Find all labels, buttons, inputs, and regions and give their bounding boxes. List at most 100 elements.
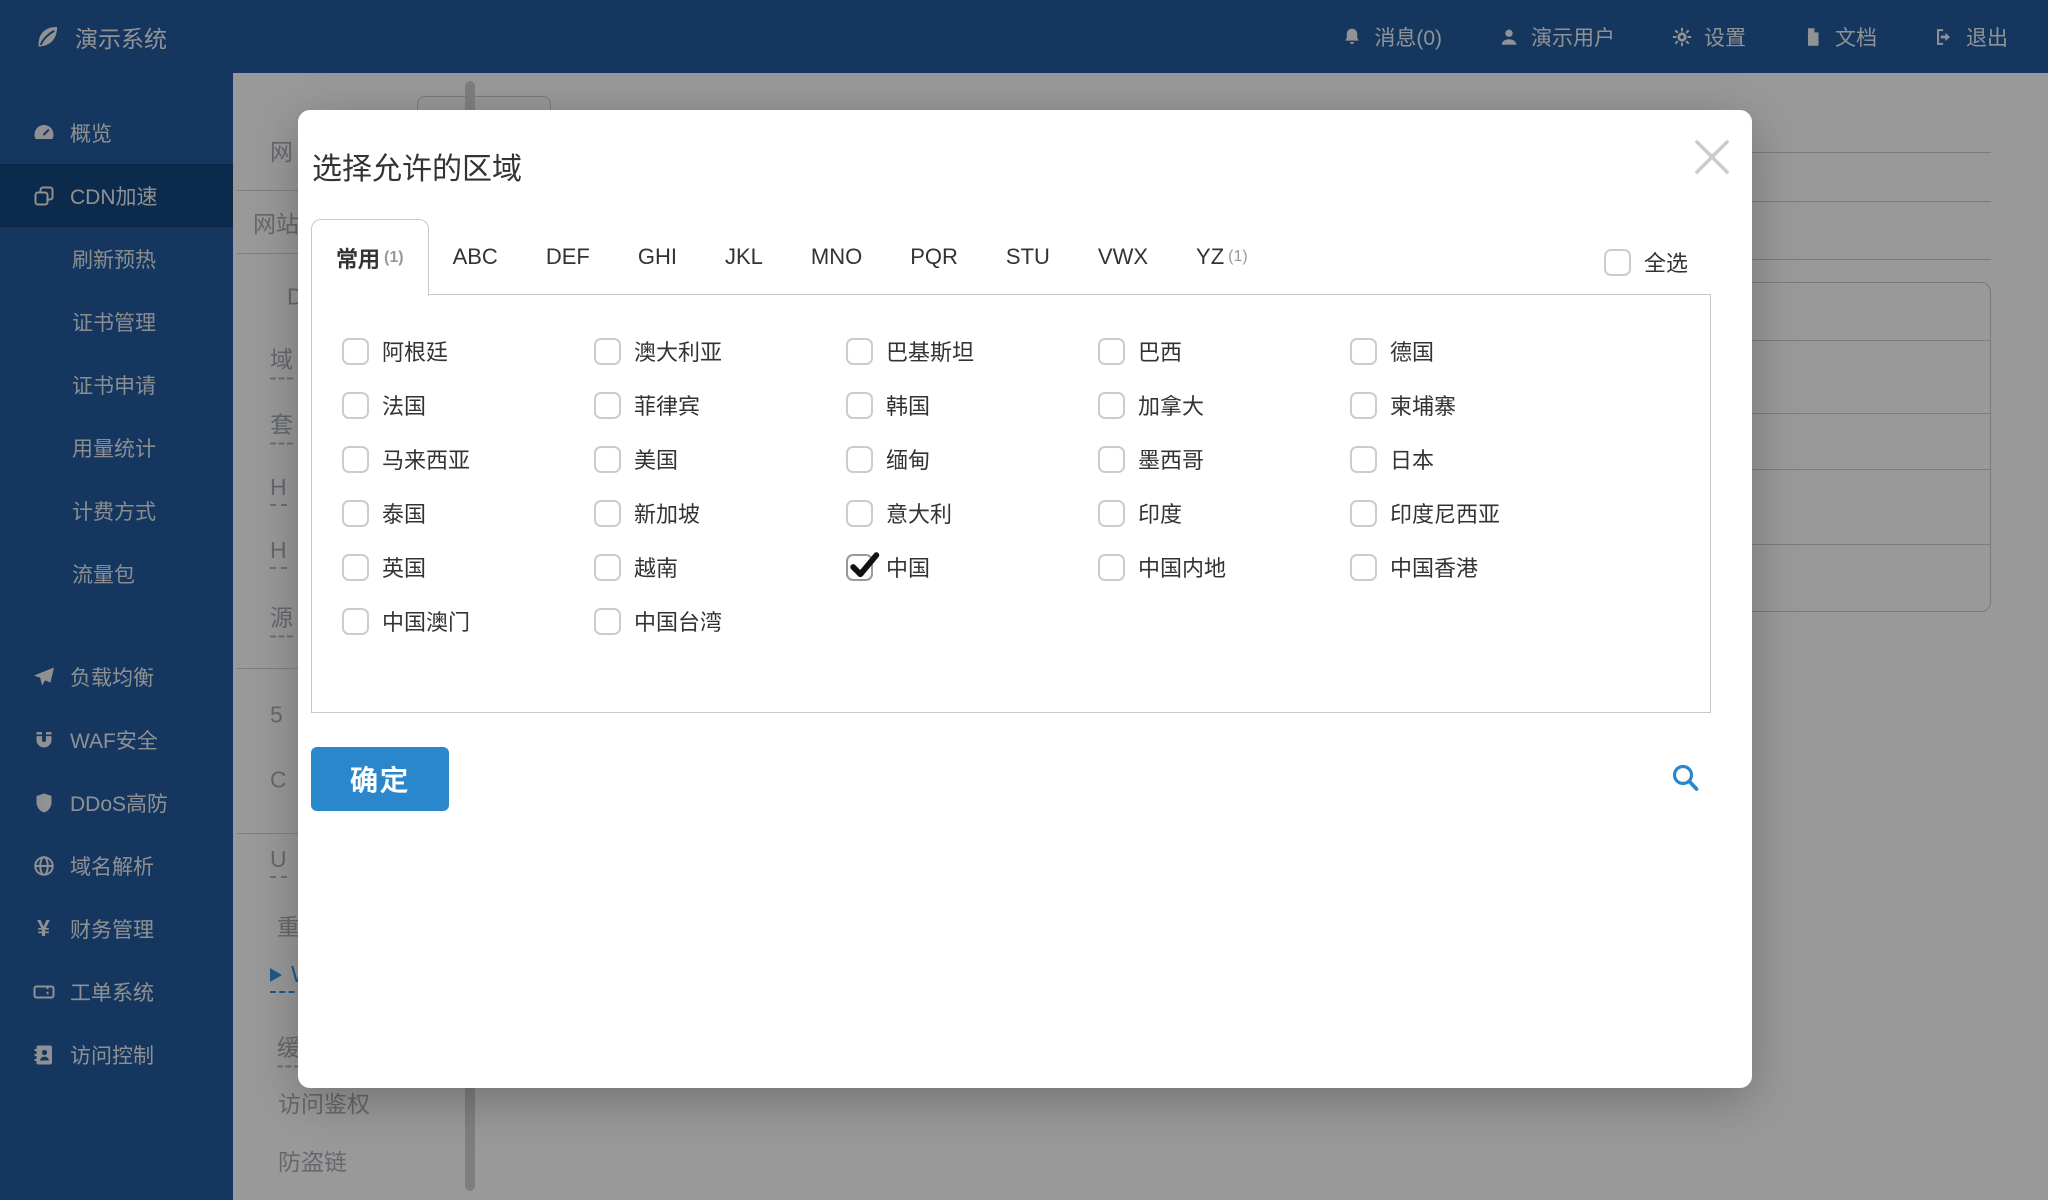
checkbox-unchecked[interactable]: [846, 337, 873, 365]
tab-GHI[interactable]: GHI: [614, 219, 701, 295]
checkbox-unchecked[interactable]: [594, 337, 621, 365]
region-option[interactable]: 新加坡: [594, 497, 846, 529]
select-all-checkbox[interactable]: [1604, 248, 1631, 276]
region-option[interactable]: 中国台湾: [594, 605, 846, 637]
region-label: 中国香港: [1390, 556, 1479, 581]
checkbox-unchecked[interactable]: [342, 499, 369, 527]
region-option[interactable]: 墨西哥: [1098, 443, 1350, 475]
tab-label: MNO: [810, 244, 863, 269]
region-option[interactable]: 中国: [846, 551, 1098, 583]
search-icon[interactable]: [1669, 761, 1703, 795]
tab-label: DEF: [545, 244, 590, 269]
checkbox-unchecked[interactable]: [1350, 337, 1377, 365]
region-option[interactable]: 柬埔寨: [1350, 389, 1602, 421]
tab-ABC[interactable]: ABC: [429, 219, 522, 295]
region-label: 菲律宾: [634, 394, 701, 419]
tab-常用[interactable]: 常用 (1): [311, 219, 429, 296]
tab-label: STU: [1005, 244, 1050, 269]
checkbox-unchecked[interactable]: [342, 337, 369, 365]
checkbox-unchecked[interactable]: [594, 607, 621, 635]
region-label: 中国澳门: [382, 610, 471, 635]
checkbox-unchecked[interactable]: [1098, 445, 1125, 473]
region-label: 中国台湾: [634, 610, 723, 635]
checkbox-unchecked[interactable]: [342, 553, 369, 581]
region-option[interactable]: 澳大利亚: [594, 335, 846, 367]
checkbox-checked[interactable]: [846, 551, 880, 581]
tab-DEF[interactable]: DEF: [522, 219, 614, 295]
region-option[interactable]: 泰国: [342, 497, 594, 529]
checkbox-unchecked[interactable]: [342, 607, 369, 635]
checkbox-unchecked[interactable]: [1098, 337, 1125, 365]
checkbox-unchecked[interactable]: [846, 391, 873, 419]
tab-STU[interactable]: STU: [982, 219, 1074, 295]
region-option[interactable]: 英国: [342, 551, 594, 583]
region-label: 新加坡: [634, 502, 701, 527]
region-label: 韩国: [886, 394, 931, 419]
region-option[interactable]: 日本: [1350, 443, 1602, 475]
region-option[interactable]: 中国香港: [1350, 551, 1602, 583]
checkbox-unchecked[interactable]: [594, 445, 621, 473]
tab-MNO[interactable]: MNO: [787, 219, 886, 295]
region-label: 缅甸: [886, 448, 931, 473]
region-option[interactable]: 巴西: [1098, 335, 1350, 367]
region-label: 印度: [1138, 502, 1183, 527]
tab-YZ[interactable]: YZ (1): [1172, 219, 1272, 295]
tab-label: GHI: [637, 244, 677, 269]
region-option[interactable]: 马来西亚: [342, 443, 594, 475]
checkbox-unchecked[interactable]: [846, 499, 873, 527]
region-option[interactable]: 印度: [1098, 497, 1350, 529]
region-label: 澳大利亚: [634, 340, 723, 365]
region-option[interactable]: 法国: [342, 389, 594, 421]
checkbox-unchecked[interactable]: [342, 445, 369, 473]
region-option[interactable]: 韩国: [846, 389, 1098, 421]
region-option[interactable]: 缅甸: [846, 443, 1098, 475]
tab-label: PQR: [910, 244, 958, 269]
region-option[interactable]: 菲律宾: [594, 389, 846, 421]
region-option[interactable]: 中国澳门: [342, 605, 594, 637]
region-option[interactable]: 加拿大: [1098, 389, 1350, 421]
region-option[interactable]: 越南: [594, 551, 846, 583]
region-option[interactable]: 巴基斯坦: [846, 335, 1098, 367]
checkbox-unchecked[interactable]: [1350, 445, 1377, 473]
region-label: 马来西亚: [382, 448, 471, 473]
checkbox-unchecked[interactable]: [846, 445, 873, 473]
tab-bar: 常用 (1) ABC DEF GHI JKL MNO PQR STU VWX YZ (1): [311, 218, 1272, 296]
checkbox-unchecked[interactable]: [594, 391, 621, 419]
region-option[interactable]: 美国: [594, 443, 846, 475]
checkbox-unchecked[interactable]: [594, 499, 621, 527]
tab-PQR[interactable]: PQR: [886, 219, 982, 295]
tab-label: 常用: [336, 247, 381, 272]
close-icon[interactable]: [1690, 135, 1734, 179]
checkbox-unchecked[interactable]: [342, 391, 369, 419]
tab-label: JKL: [724, 244, 763, 269]
region-label: 美国: [634, 448, 679, 473]
region-select-modal: 选择允许的区域 常用 (1) ABC DEF GHI JKL MNO PQR STU VWX YZ(…: [298, 110, 1752, 1088]
tab-JKL[interactable]: JKL: [701, 219, 787, 295]
tab-label: YZ: [1196, 244, 1225, 269]
region-label: 巴西: [1138, 340, 1183, 365]
region-label: 柬埔寨: [1390, 394, 1457, 419]
region-option[interactable]: 中国内地: [1098, 551, 1350, 583]
checkbox-unchecked[interactable]: [1098, 499, 1125, 527]
checkbox-unchecked[interactable]: [1350, 391, 1377, 419]
tab-VWX[interactable]: VWX: [1074, 219, 1172, 295]
region-option[interactable]: 阿根廷: [342, 335, 594, 367]
region-label: 阿根廷: [382, 340, 449, 365]
region-list-panel: 阿根廷 澳大利亚 巴基斯坦 巴西 德国法国 菲律宾 韩国 加拿大 柬埔寨马来西亚 美国 缅甸 墨西哥 日…: [311, 294, 1711, 713]
tab-label: ABC: [452, 244, 498, 269]
checkbox-unchecked[interactable]: [1350, 553, 1377, 581]
confirm-button[interactable]: 确定: [311, 747, 449, 811]
region-option[interactable]: 印度尼西亚: [1350, 497, 1602, 529]
checkbox-unchecked[interactable]: [1098, 391, 1125, 419]
checkbox-unchecked[interactable]: [1350, 499, 1377, 527]
region-label: 中国内地: [1138, 556, 1227, 581]
region-label: 墨西哥: [1138, 448, 1205, 473]
region-option[interactable]: 德国: [1350, 335, 1602, 367]
select-all[interactable]: 全选: [1604, 246, 1688, 278]
modal-title: 选择允许的区域: [312, 153, 522, 186]
checkbox-unchecked[interactable]: [594, 553, 621, 581]
region-option[interactable]: 意大利: [846, 497, 1098, 529]
checkbox-unchecked[interactable]: [1098, 553, 1125, 581]
tab-label: VWX: [1097, 244, 1149, 269]
region-label: 意大利: [886, 502, 953, 527]
